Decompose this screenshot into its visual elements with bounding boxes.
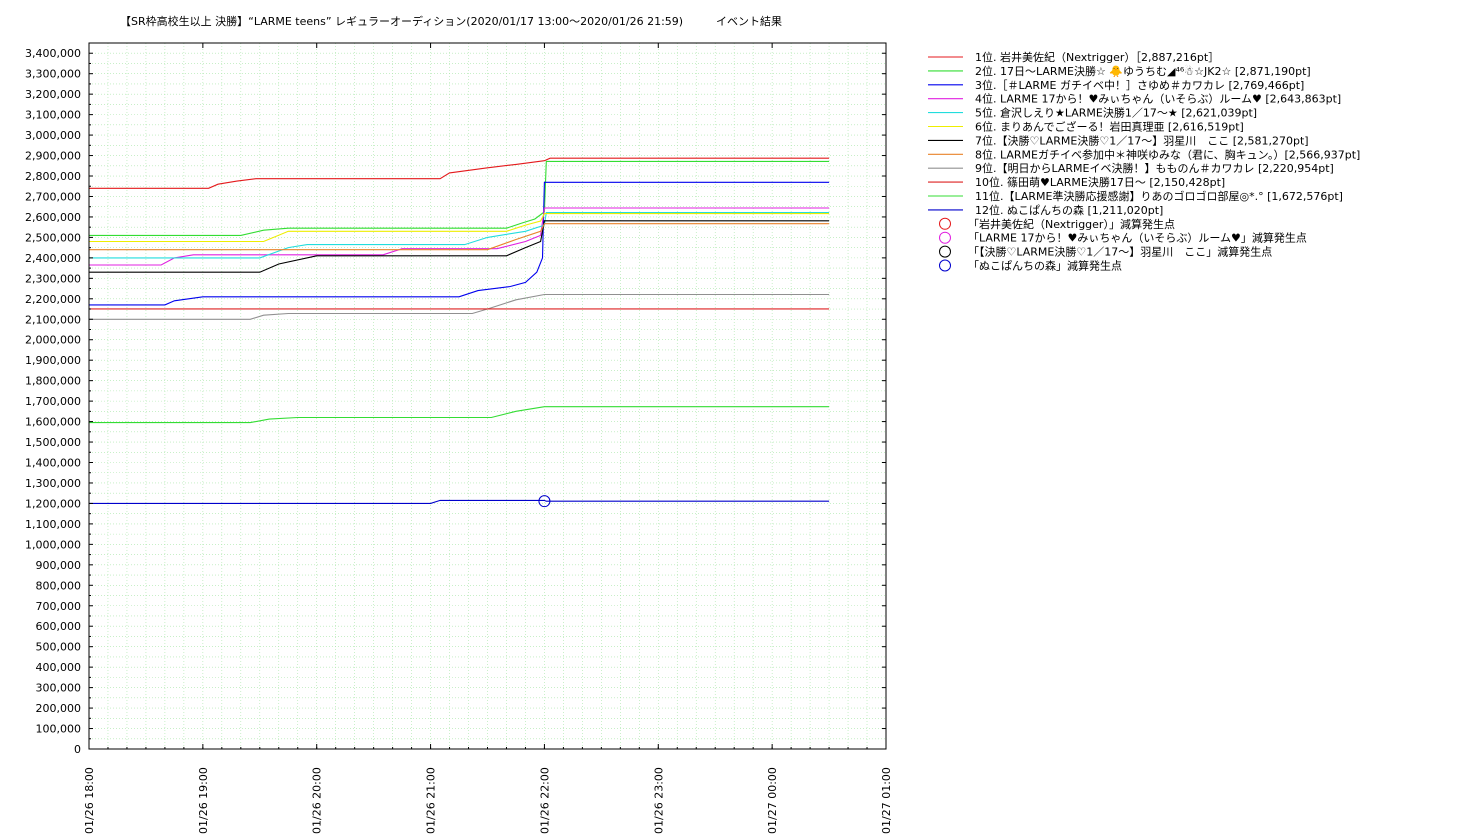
legend-marker-icon: [939, 259, 951, 272]
legend-label: 8位. LARMEガチイベ参加中＊神咲ゆみな（君に、胸キュン。）[2,566,9…: [975, 147, 1360, 161]
x-tick-label: 01/26 18:00: [83, 767, 96, 834]
x-tick-label: 01/27 00:00: [766, 767, 779, 834]
legend-label: 3位.［＃LARME ガチイベ中！］さゆめ＃カワカレ [2,769,466pt]: [975, 78, 1304, 92]
legend-label: 12位. ぬこぱんちの森 [1,211,020pt]: [975, 203, 1163, 217]
y-tick-label: 700,000: [36, 600, 82, 613]
legend-label: 9位.【明日からLARMEイベ決勝！】もものん＃カワカレ [2,220,954p…: [975, 161, 1334, 175]
grid: [88, 42, 887, 750]
series-line-3: [89, 181, 830, 306]
y-tick-label: 3,200,000: [25, 88, 81, 101]
y-tick-label: 900,000: [36, 559, 82, 572]
x-tick-label: 01/26 19:00: [197, 767, 210, 834]
legend-marker-icon: [939, 231, 951, 244]
y-tick-label: 1,400,000: [25, 457, 81, 470]
y-tick-label: 2,800,000: [25, 170, 81, 183]
y-tick-label: 2,900,000: [25, 150, 81, 163]
y-tick-label: 2,100,000: [25, 313, 81, 326]
y-tick-label: 800,000: [36, 579, 82, 592]
series-line-8: [89, 223, 830, 251]
y-tick-label: 500,000: [36, 641, 82, 654]
y-tick-label: 0: [74, 743, 81, 756]
legend-label: 6位. まりあんでござーる！岩田真理亜 [2,616,519pt]: [975, 120, 1244, 134]
y-tick-label: 1,800,000: [25, 375, 81, 388]
x-tick-label: 01/26 21:00: [425, 767, 438, 834]
y-axis: 0 100,000 200,000 300,000 400,000 500,000 600,…: [25, 47, 886, 756]
legend-marker-label: 「LARME 17から！♥みぃちゃん（いそらぶ）ルーム♥」減算発生点: [968, 231, 1307, 245]
y-tick-label: 1,500,000: [25, 436, 81, 449]
legend-label: 10位. 篠田萌♥LARME決勝17日〜 [2,150,428pt]: [975, 175, 1225, 189]
y-tick-label: 200,000: [36, 702, 82, 715]
legend-label: 4位. LARME 17から！♥みぃちゃん（いそらぶ）ルーム♥ [2,643,8…: [975, 92, 1341, 106]
y-tick-label: 2,400,000: [25, 252, 81, 265]
chart-title: 【SR枠高校生以上 決勝】“LARME teens” レギュラーオーディション(…: [120, 14, 782, 28]
series-line-11: [89, 406, 830, 424]
y-tick-label: 400,000: [36, 661, 82, 674]
x-tick-label: 01/26 20:00: [311, 767, 324, 834]
y-tick-label: 1,100,000: [25, 518, 81, 531]
legend-marker-label: 「岩井美佐紀（Nextrigger）」減算発生点: [968, 217, 1175, 231]
x-tick-label: 01/26 23:00: [652, 767, 665, 834]
legend-label: 7位.【決勝♡LARME決勝♡1／17〜】羽星川 ここ [2,581,270pt…: [975, 133, 1309, 147]
legend-marker-label: 「ぬこぱんちの森」減算発生点: [968, 259, 1122, 273]
y-tick-label: 1,300,000: [25, 477, 81, 490]
legend-label: 11位.【LARME準決勝応援感謝】りあのゴロゴロ部屋◎*.° [1,672,5…: [975, 189, 1343, 203]
legend-marker-icon: [939, 245, 951, 258]
event-result-chart: 【SR枠高校生以上 決勝】“LARME teens” レギュラーオーディション(…: [25, 14, 1360, 834]
y-tick-label: 1,700,000: [25, 395, 81, 408]
series-line-1: [89, 157, 830, 189]
legend-label: 5位. 倉沢しえり★LARME決勝1／17〜★ [2,621,039pt]: [975, 106, 1257, 120]
y-tick-label: 3,400,000: [25, 47, 81, 60]
y-tick-label: 3,300,000: [25, 68, 81, 81]
series-line-12: [89, 499, 830, 504]
y-tick-label: 1,200,000: [25, 497, 81, 510]
y-tick-label: 2,000,000: [25, 334, 81, 347]
x-tick-label: 01/27 01:00: [880, 767, 893, 834]
y-tick-label: 1,600,000: [25, 416, 81, 429]
legend: 1位. 岩井美佐紀（Nextrigger）［2,887,216pt］2位. 17…: [928, 50, 1360, 273]
x-tick-label: 01/26 22:00: [538, 767, 551, 834]
legend-label: 2位. 17日〜LARME決勝☆ 🐥ゆうちむ◢⁴⁶☃☆JK2☆ [2,871,1…: [975, 64, 1311, 78]
y-tick-label: 2,200,000: [25, 293, 81, 306]
y-tick-label: 100,000: [36, 723, 82, 736]
y-tick-label: 300,000: [36, 682, 82, 695]
y-tick-label: 3,100,000: [25, 109, 81, 122]
y-tick-label: 2,600,000: [25, 211, 81, 224]
y-tick-label: 600,000: [36, 620, 82, 633]
legend-label: 1位. 岩井美佐紀（Nextrigger）［2,887,216pt］: [975, 50, 1219, 64]
y-tick-label: 3,000,000: [25, 129, 81, 142]
y-tick-label: 2,300,000: [25, 272, 81, 285]
series-layer: [89, 157, 830, 504]
y-tick-label: 2,500,000: [25, 231, 81, 244]
series-line-4: [89, 207, 830, 266]
series-line-2: [89, 160, 830, 236]
legend-marker-label: 「【決勝♡LARME決勝♡1／17〜】羽星川 ここ」減算発生点: [968, 245, 1272, 259]
series-line-9: [89, 293, 830, 320]
y-tick-label: 2,700,000: [25, 190, 81, 203]
legend-marker-icon: [939, 217, 951, 230]
y-tick-label: 1,000,000: [25, 538, 81, 551]
y-tick-label: 1,900,000: [25, 354, 81, 367]
